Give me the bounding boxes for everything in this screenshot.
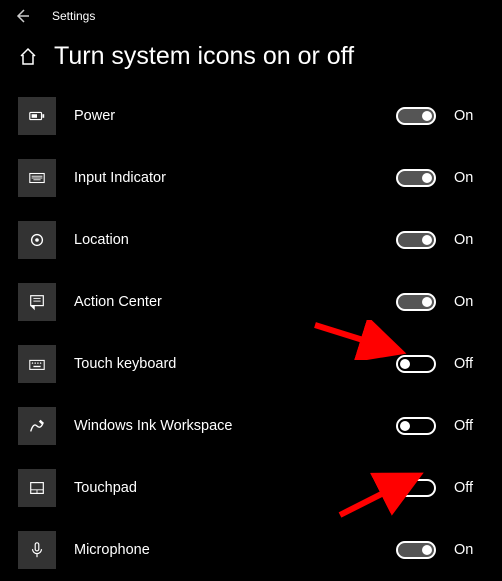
setting-row: Microphone On — [18, 519, 484, 581]
page-title: Turn system icons on or off — [54, 42, 354, 71]
setting-label: Microphone — [74, 542, 378, 558]
touchpad-icon — [18, 469, 56, 507]
settings-list: PowerOnInput IndicatorOnLocationOnAction… — [0, 85, 502, 581]
toggle-state-label: On — [454, 232, 484, 248]
setting-row: Power On — [18, 85, 484, 147]
toggle-state-label: On — [454, 170, 484, 186]
toggle-state-label: Off — [454, 418, 484, 434]
home-button[interactable] — [18, 47, 38, 67]
back-button[interactable] — [14, 8, 30, 24]
setting-row: Location On — [18, 209, 484, 271]
setting-label: Location — [74, 232, 378, 248]
action-center-icon — [18, 283, 56, 321]
location-icon — [18, 221, 56, 259]
setting-row: Input Indicator On — [18, 147, 484, 209]
page-header: Turn system icons on or off — [0, 32, 502, 85]
back-arrow-icon — [14, 8, 30, 24]
toggle-switch[interactable] — [396, 107, 436, 125]
microphone-icon — [18, 531, 56, 569]
setting-row: Touchpad Off — [18, 457, 484, 519]
app-name: Settings — [52, 9, 95, 23]
power-icon — [18, 97, 56, 135]
titlebar: Settings — [0, 0, 502, 32]
setting-row: Action Center On — [18, 271, 484, 333]
setting-row: Windows Ink Workspace Off — [18, 395, 484, 457]
toggle-switch[interactable] — [396, 169, 436, 187]
toggle-state-label: On — [454, 542, 484, 558]
toggle-switch[interactable] — [396, 355, 436, 373]
toggle-state-label: On — [454, 294, 484, 310]
ink-icon — [18, 407, 56, 445]
setting-label: Windows Ink Workspace — [74, 418, 378, 434]
keyboard-icon — [18, 159, 56, 197]
setting-label: Touchpad — [74, 480, 378, 496]
touch-keyboard-icon — [18, 345, 56, 383]
setting-label: Touch keyboard — [74, 356, 378, 372]
toggle-switch[interactable] — [396, 231, 436, 249]
toggle-state-label: Off — [454, 356, 484, 372]
toggle-switch[interactable] — [396, 479, 436, 497]
setting-label: Power — [74, 108, 378, 124]
toggle-switch[interactable] — [396, 541, 436, 559]
setting-label: Input Indicator — [74, 170, 378, 186]
toggle-state-label: On — [454, 108, 484, 124]
toggle-switch[interactable] — [396, 293, 436, 311]
setting-label: Action Center — [74, 294, 378, 310]
home-icon — [18, 47, 38, 67]
setting-row: Touch keyboard Off — [18, 333, 484, 395]
toggle-state-label: Off — [454, 480, 484, 496]
toggle-switch[interactable] — [396, 417, 436, 435]
